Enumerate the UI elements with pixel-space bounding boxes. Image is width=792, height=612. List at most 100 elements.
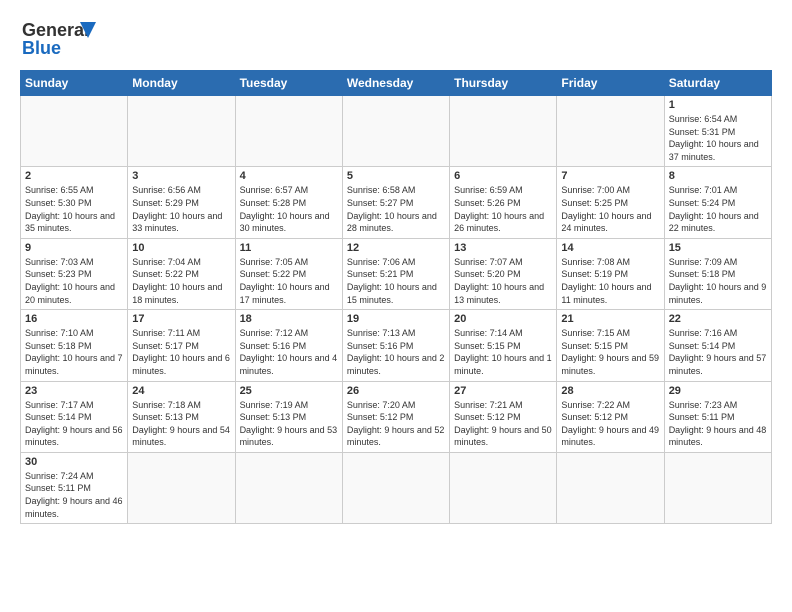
day-info: Sunrise: 6:57 AM Sunset: 5:28 PM Dayligh… <box>240 184 338 234</box>
day-cell: 28 Sunrise: 7:22 AM Sunset: 5:12 PM Dayli… <box>557 381 664 452</box>
calendar: SundayMondayTuesdayWednesdayThursdayFrid… <box>20 70 772 524</box>
day-info: Sunrise: 7:08 AM Sunset: 5:19 PM Dayligh… <box>561 256 659 306</box>
day-info: Sunrise: 7:05 AM Sunset: 5:22 PM Dayligh… <box>240 256 338 306</box>
day-cell: 10 Sunrise: 7:04 AM Sunset: 5:22 PM Dayli… <box>128 238 235 309</box>
day-cell <box>342 452 449 523</box>
day-cell <box>21 96 128 167</box>
day-info: Sunrise: 7:14 AM Sunset: 5:15 PM Dayligh… <box>454 327 552 377</box>
day-number: 17 <box>132 313 230 325</box>
day-cell: 8 Sunrise: 7:01 AM Sunset: 5:24 PM Daylig… <box>664 167 771 238</box>
day-number: 30 <box>25 456 123 468</box>
week-row-4: 23 Sunrise: 7:17 AM Sunset: 5:14 PM Dayli… <box>21 381 772 452</box>
col-header-sunday: Sunday <box>21 71 128 96</box>
day-cell <box>128 452 235 523</box>
day-cell: 11 Sunrise: 7:05 AM Sunset: 5:22 PM Dayli… <box>235 238 342 309</box>
day-number: 5 <box>347 170 445 182</box>
day-number: 18 <box>240 313 338 325</box>
day-info: Sunrise: 7:00 AM Sunset: 5:25 PM Dayligh… <box>561 184 659 234</box>
day-cell: 1 Sunrise: 6:54 AM Sunset: 5:31 PM Daylig… <box>664 96 771 167</box>
day-number: 22 <box>669 313 767 325</box>
day-cell: 9 Sunrise: 7:03 AM Sunset: 5:23 PM Daylig… <box>21 238 128 309</box>
day-cell <box>557 96 664 167</box>
day-info: Sunrise: 7:13 AM Sunset: 5:16 PM Dayligh… <box>347 327 445 377</box>
day-number: 10 <box>132 242 230 254</box>
day-cell: 29 Sunrise: 7:23 AM Sunset: 5:11 PM Dayli… <box>664 381 771 452</box>
day-number: 28 <box>561 385 659 397</box>
day-info: Sunrise: 7:22 AM Sunset: 5:12 PM Dayligh… <box>561 399 659 449</box>
col-header-saturday: Saturday <box>664 71 771 96</box>
logo: GeneralBlue <box>20 16 100 60</box>
day-number: 2 <box>25 170 123 182</box>
week-row-2: 9 Sunrise: 7:03 AM Sunset: 5:23 PM Daylig… <box>21 238 772 309</box>
day-info: Sunrise: 7:03 AM Sunset: 5:23 PM Dayligh… <box>25 256 123 306</box>
logo-svg: GeneralBlue <box>20 16 100 60</box>
day-info: Sunrise: 7:17 AM Sunset: 5:14 PM Dayligh… <box>25 399 123 449</box>
day-cell <box>235 96 342 167</box>
svg-text:Blue: Blue <box>22 38 61 58</box>
day-cell: 14Sunrise: 7:08 AM Sunset: 5:19 PM Dayli… <box>557 238 664 309</box>
day-info: Sunrise: 7:06 AM Sunset: 5:21 PM Dayligh… <box>347 256 445 306</box>
day-info: Sunrise: 7:16 AM Sunset: 5:14 PM Dayligh… <box>669 327 767 377</box>
day-cell: 17 Sunrise: 7:11 AM Sunset: 5:17 PM Dayli… <box>128 310 235 381</box>
week-row-5: 30 Sunrise: 7:24 AM Sunset: 5:11 PM Dayli… <box>21 452 772 523</box>
day-info: Sunrise: 6:56 AM Sunset: 5:29 PM Dayligh… <box>132 184 230 234</box>
day-cell: 4 Sunrise: 6:57 AM Sunset: 5:28 PM Daylig… <box>235 167 342 238</box>
day-info: Sunrise: 7:15 AM Sunset: 5:15 PM Dayligh… <box>561 327 659 377</box>
day-cell: 15Sunrise: 7:09 AM Sunset: 5:18 PM Dayli… <box>664 238 771 309</box>
day-cell: 6 Sunrise: 6:59 AM Sunset: 5:26 PM Daylig… <box>450 167 557 238</box>
day-info: Sunrise: 7:23 AM Sunset: 5:11 PM Dayligh… <box>669 399 767 449</box>
day-cell: 3 Sunrise: 6:56 AM Sunset: 5:29 PM Daylig… <box>128 167 235 238</box>
day-number: 13 <box>454 242 552 254</box>
day-cell: 26 Sunrise: 7:20 AM Sunset: 5:12 PM Dayli… <box>342 381 449 452</box>
day-number: 29 <box>669 385 767 397</box>
day-cell: 22 Sunrise: 7:16 AM Sunset: 5:14 PM Dayli… <box>664 310 771 381</box>
day-cell: 20Sunrise: 7:14 AM Sunset: 5:15 PM Dayli… <box>450 310 557 381</box>
day-info: Sunrise: 6:54 AM Sunset: 5:31 PM Dayligh… <box>669 113 767 163</box>
header: GeneralBlue <box>20 16 772 60</box>
day-number: 4 <box>240 170 338 182</box>
day-info: Sunrise: 7:01 AM Sunset: 5:24 PM Dayligh… <box>669 184 767 234</box>
day-cell: 27Sunrise: 7:21 AM Sunset: 5:12 PM Dayli… <box>450 381 557 452</box>
day-info: Sunrise: 6:59 AM Sunset: 5:26 PM Dayligh… <box>454 184 552 234</box>
day-cell: 5 Sunrise: 6:58 AM Sunset: 5:27 PM Daylig… <box>342 167 449 238</box>
day-cell: 25Sunrise: 7:19 AM Sunset: 5:13 PM Dayli… <box>235 381 342 452</box>
calendar-header-row: SundayMondayTuesdayWednesdayThursdayFrid… <box>21 71 772 96</box>
day-number: 6 <box>454 170 552 182</box>
day-number: 12 <box>347 242 445 254</box>
day-number: 3 <box>132 170 230 182</box>
day-info: Sunrise: 7:04 AM Sunset: 5:22 PM Dayligh… <box>132 256 230 306</box>
day-cell: 19Sunrise: 7:13 AM Sunset: 5:16 PM Dayli… <box>342 310 449 381</box>
day-number: 11 <box>240 242 338 254</box>
day-number: 23 <box>25 385 123 397</box>
day-cell <box>342 96 449 167</box>
day-cell: 18 Sunrise: 7:12 AM Sunset: 5:16 PM Dayli… <box>235 310 342 381</box>
week-row-0: 1 Sunrise: 6:54 AM Sunset: 5:31 PM Daylig… <box>21 96 772 167</box>
day-cell <box>235 452 342 523</box>
day-info: Sunrise: 7:20 AM Sunset: 5:12 PM Dayligh… <box>347 399 445 449</box>
day-info: Sunrise: 7:12 AM Sunset: 5:16 PM Dayligh… <box>240 327 338 377</box>
day-number: 16 <box>25 313 123 325</box>
day-info: Sunrise: 7:24 AM Sunset: 5:11 PM Dayligh… <box>25 470 123 520</box>
day-number: 21 <box>561 313 659 325</box>
day-info: Sunrise: 7:11 AM Sunset: 5:17 PM Dayligh… <box>132 327 230 377</box>
day-cell: 16 Sunrise: 7:10 AM Sunset: 5:18 PM Dayli… <box>21 310 128 381</box>
day-info: Sunrise: 7:21 AM Sunset: 5:12 PM Dayligh… <box>454 399 552 449</box>
day-number: 9 <box>25 242 123 254</box>
col-header-thursday: Thursday <box>450 71 557 96</box>
day-info: Sunrise: 6:58 AM Sunset: 5:27 PM Dayligh… <box>347 184 445 234</box>
day-cell <box>450 452 557 523</box>
day-info: Sunrise: 7:10 AM Sunset: 5:18 PM Dayligh… <box>25 327 123 377</box>
day-cell: 30 Sunrise: 7:24 AM Sunset: 5:11 PM Dayli… <box>21 452 128 523</box>
day-number: 26 <box>347 385 445 397</box>
day-number: 1 <box>669 99 767 111</box>
day-number: 8 <box>669 170 767 182</box>
day-cell: 23 Sunrise: 7:17 AM Sunset: 5:14 PM Dayli… <box>21 381 128 452</box>
day-cell <box>664 452 771 523</box>
day-info: Sunrise: 6:55 AM Sunset: 5:30 PM Dayligh… <box>25 184 123 234</box>
day-number: 15 <box>669 242 767 254</box>
page: GeneralBlue SundayMondayTuesdayWednesday… <box>0 0 792 534</box>
col-header-monday: Monday <box>128 71 235 96</box>
svg-text:General: General <box>22 20 89 40</box>
day-cell: 7Sunrise: 7:00 AM Sunset: 5:25 PM Daylig… <box>557 167 664 238</box>
day-cell <box>128 96 235 167</box>
